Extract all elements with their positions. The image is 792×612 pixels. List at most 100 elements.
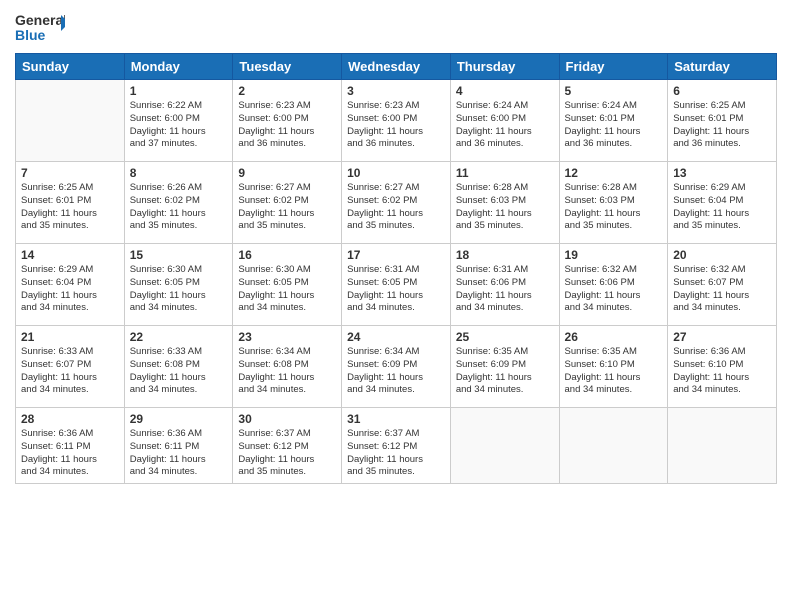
weekday-header-monday: Monday [124,54,233,80]
day-number: 19 [565,248,663,262]
day-number: 17 [347,248,445,262]
day-number: 29 [130,412,228,426]
calendar-table: SundayMondayTuesdayWednesdayThursdayFrid… [15,53,777,484]
day-number: 31 [347,412,445,426]
calendar-cell: 18 Sunrise: 6:31 AM Sunset: 6:06 PM Dayli… [450,244,559,326]
day-number: 10 [347,166,445,180]
day-number: 4 [456,84,554,98]
calendar-cell: 1 Sunrise: 6:22 AM Sunset: 6:00 PM Daylig… [124,80,233,162]
day-number: 27 [673,330,771,344]
calendar-cell: 7 Sunrise: 6:25 AM Sunset: 6:01 PM Daylig… [16,162,125,244]
calendar-cell: 24Sunrise: 6:34 AM Sunset: 6:09 PM Dayli… [342,326,451,408]
weekday-header-wednesday: Wednesday [342,54,451,80]
calendar-cell: 25Sunrise: 6:35 AM Sunset: 6:09 PM Dayli… [450,326,559,408]
day-info: Sunrise: 6:23 AM Sunset: 6:00 PM Dayligh… [238,100,336,151]
day-info: Sunrise: 6:29 AM Sunset: 6:04 PM Dayligh… [673,182,771,233]
day-info: Sunrise: 6:25 AM Sunset: 6:01 PM Dayligh… [673,100,771,151]
calendar-cell: 28Sunrise: 6:36 AM Sunset: 6:11 PM Dayli… [16,408,125,484]
calendar-cell: 4 Sunrise: 6:24 AM Sunset: 6:00 PM Daylig… [450,80,559,162]
svg-text:General: General [15,12,65,28]
day-number: 22 [130,330,228,344]
day-info: Sunrise: 6:34 AM Sunset: 6:09 PM Dayligh… [347,346,445,397]
day-number: 8 [130,166,228,180]
calendar-cell: 6 Sunrise: 6:25 AM Sunset: 6:01 PM Daylig… [668,80,777,162]
calendar-cell: 20 Sunrise: 6:32 AM Sunset: 6:07 PM Dayli… [668,244,777,326]
day-info: Sunrise: 6:27 AM Sunset: 6:02 PM Dayligh… [347,182,445,233]
day-info: Sunrise: 6:34 AM Sunset: 6:08 PM Dayligh… [238,346,336,397]
day-number: 12 [565,166,663,180]
logo: General Blue [15,10,65,45]
day-info: Sunrise: 6:32 AM Sunset: 6:07 PM Dayligh… [673,264,771,315]
logo-icon: General Blue [15,10,65,45]
day-info: Sunrise: 6:33 AM Sunset: 6:08 PM Dayligh… [130,346,228,397]
calendar-cell: 5 Sunrise: 6:24 AM Sunset: 6:01 PM Daylig… [559,80,668,162]
day-number: 3 [347,84,445,98]
day-number: 26 [565,330,663,344]
calendar-cell: 2 Sunrise: 6:23 AM Sunset: 6:00 PM Daylig… [233,80,342,162]
day-number: 30 [238,412,336,426]
day-info: Sunrise: 6:33 AM Sunset: 6:07 PM Dayligh… [21,346,119,397]
weekday-header-thursday: Thursday [450,54,559,80]
day-info: Sunrise: 6:36 AM Sunset: 6:10 PM Dayligh… [673,346,771,397]
calendar-cell: 19 Sunrise: 6:32 AM Sunset: 6:06 PM Dayli… [559,244,668,326]
day-number: 1 [130,84,228,98]
calendar-cell: 22 Sunrise: 6:33 AM Sunset: 6:08 PM Dayli… [124,326,233,408]
day-info: Sunrise: 6:32 AM Sunset: 6:06 PM Dayligh… [565,264,663,315]
day-info: Sunrise: 6:27 AM Sunset: 6:02 PM Dayligh… [238,182,336,233]
day-number: 5 [565,84,663,98]
day-info: Sunrise: 6:23 AM Sunset: 6:00 PM Dayligh… [347,100,445,151]
calendar-cell: 9 Sunrise: 6:27 AM Sunset: 6:02 PM Daylig… [233,162,342,244]
day-info: Sunrise: 6:36 AM Sunset: 6:11 PM Dayligh… [130,428,228,479]
week-row-2: 7 Sunrise: 6:25 AM Sunset: 6:01 PM Daylig… [16,162,777,244]
day-number: 23 [238,330,336,344]
day-number: 15 [130,248,228,262]
day-info: Sunrise: 6:28 AM Sunset: 6:03 PM Dayligh… [456,182,554,233]
svg-text:Blue: Blue [15,27,46,43]
weekday-header-row: SundayMondayTuesdayWednesdayThursdayFrid… [16,54,777,80]
day-info: Sunrise: 6:37 AM Sunset: 6:12 PM Dayligh… [347,428,445,479]
calendar-cell [16,80,125,162]
calendar-cell: 16 Sunrise: 6:30 AM Sunset: 6:05 PM Dayli… [233,244,342,326]
day-number: 11 [456,166,554,180]
weekday-header-saturday: Saturday [668,54,777,80]
day-number: 14 [21,248,119,262]
day-info: Sunrise: 6:25 AM Sunset: 6:01 PM Dayligh… [21,182,119,233]
day-info: Sunrise: 6:30 AM Sunset: 6:05 PM Dayligh… [238,264,336,315]
day-number: 16 [238,248,336,262]
calendar-cell: 13Sunrise: 6:29 AM Sunset: 6:04 PM Dayli… [668,162,777,244]
day-number: 20 [673,248,771,262]
day-number: 6 [673,84,771,98]
calendar-cell: 30 Sunrise: 6:37 AM Sunset: 6:12 PM Dayli… [233,408,342,484]
day-number: 21 [21,330,119,344]
calendar-cell: 3 Sunrise: 6:23 AM Sunset: 6:00 PM Daylig… [342,80,451,162]
day-info: Sunrise: 6:22 AM Sunset: 6:00 PM Dayligh… [130,100,228,151]
day-info: Sunrise: 6:35 AM Sunset: 6:10 PM Dayligh… [565,346,663,397]
day-number: 9 [238,166,336,180]
day-info: Sunrise: 6:26 AM Sunset: 6:02 PM Dayligh… [130,182,228,233]
page: General Blue SundayMondayTuesdayWednesda… [0,0,792,612]
weekday-header-friday: Friday [559,54,668,80]
week-row-1: 1 Sunrise: 6:22 AM Sunset: 6:00 PM Daylig… [16,80,777,162]
day-info: Sunrise: 6:28 AM Sunset: 6:03 PM Dayligh… [565,182,663,233]
day-number: 2 [238,84,336,98]
day-number: 7 [21,166,119,180]
calendar-cell: 29 Sunrise: 6:36 AM Sunset: 6:11 PM Dayli… [124,408,233,484]
calendar-cell: 14Sunrise: 6:29 AM Sunset: 6:04 PM Dayli… [16,244,125,326]
day-info: Sunrise: 6:30 AM Sunset: 6:05 PM Dayligh… [130,264,228,315]
weekday-header-sunday: Sunday [16,54,125,80]
day-number: 18 [456,248,554,262]
day-info: Sunrise: 6:36 AM Sunset: 6:11 PM Dayligh… [21,428,119,479]
calendar-cell: 10 Sunrise: 6:27 AM Sunset: 6:02 PM Dayli… [342,162,451,244]
calendar-cell [450,408,559,484]
calendar-cell [559,408,668,484]
day-info: Sunrise: 6:24 AM Sunset: 6:00 PM Dayligh… [456,100,554,151]
calendar-cell: 12 Sunrise: 6:28 AM Sunset: 6:03 PM Dayli… [559,162,668,244]
day-info: Sunrise: 6:37 AM Sunset: 6:12 PM Dayligh… [238,428,336,479]
day-info: Sunrise: 6:31 AM Sunset: 6:06 PM Dayligh… [456,264,554,315]
calendar-cell: 31 Sunrise: 6:37 AM Sunset: 6:12 PM Dayli… [342,408,451,484]
calendar-cell [668,408,777,484]
calendar-cell: 26 Sunrise: 6:35 AM Sunset: 6:10 PM Dayli… [559,326,668,408]
day-info: Sunrise: 6:31 AM Sunset: 6:05 PM Dayligh… [347,264,445,315]
day-info: Sunrise: 6:24 AM Sunset: 6:01 PM Dayligh… [565,100,663,151]
calendar-cell: 11 Sunrise: 6:28 AM Sunset: 6:03 PM Dayli… [450,162,559,244]
